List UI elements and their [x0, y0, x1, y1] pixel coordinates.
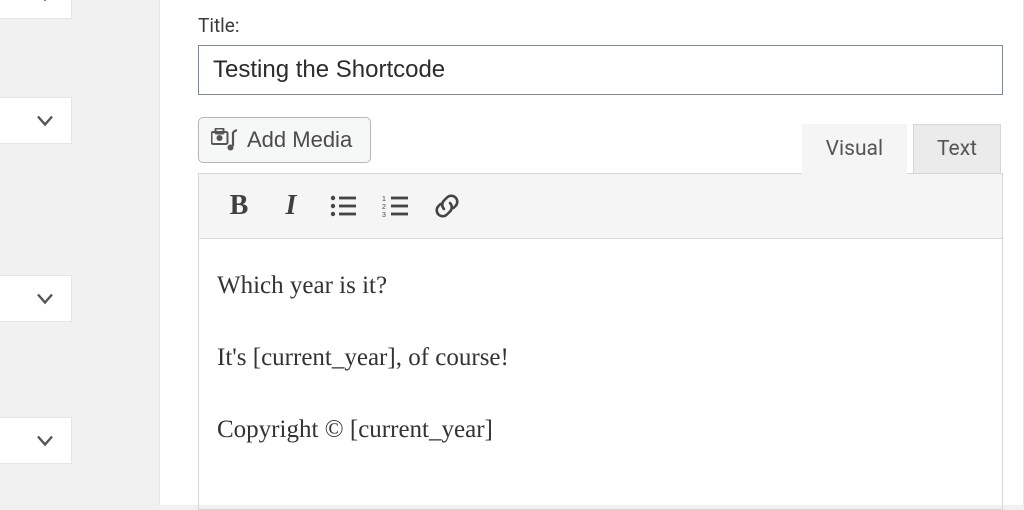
- sidebar-widget-toggle[interactable]: [0, 0, 72, 19]
- numbered-list-button[interactable]: 1 2 3: [371, 182, 419, 230]
- svg-text:1: 1: [382, 196, 386, 203]
- media-and-tabs-row: Add Media Visual Text: [198, 117, 1003, 173]
- bulleted-list-button[interactable]: [319, 182, 367, 230]
- chevron-down-icon: [37, 115, 53, 126]
- italic-button[interactable]: I: [267, 182, 315, 230]
- tab-text[interactable]: Text: [913, 124, 1001, 173]
- chevron-down-icon: [37, 435, 53, 446]
- title-input[interactable]: [198, 45, 1003, 95]
- camera-music-icon: [211, 128, 237, 152]
- chevron-down-icon: [37, 293, 53, 304]
- editor-line: Copyright © [current_year]: [217, 413, 984, 447]
- sidebar-widget-toggle[interactable]: [0, 275, 72, 322]
- editor-toolbar: B I: [199, 174, 1002, 239]
- bold-button[interactable]: B: [215, 182, 263, 230]
- editor-content-area[interactable]: Which year is it? It's [current_year], o…: [199, 239, 1002, 509]
- add-media-label: Add Media: [247, 127, 352, 153]
- bold-icon: B: [230, 190, 249, 222]
- numbered-list-icon: 1 2 3: [382, 195, 408, 217]
- title-label: Title:: [198, 0, 1003, 37]
- sidebar-collapse-stubs: [0, 0, 70, 505]
- svg-text:2: 2: [382, 204, 386, 211]
- chevron-down-icon: [37, 0, 53, 1]
- insert-link-button[interactable]: [423, 182, 471, 230]
- link-icon: [433, 192, 461, 220]
- editor-line: It's [current_year], of course!: [217, 341, 984, 375]
- editor-mode-tabs: Visual Text: [802, 124, 1001, 174]
- italic-icon: I: [286, 190, 297, 222]
- svg-text:3: 3: [382, 212, 386, 217]
- widget-editor-panel: Title: Add Media Visual Text: [159, 0, 1024, 505]
- add-media-button[interactable]: Add Media: [198, 117, 371, 163]
- editor-line: Which year is it?: [217, 269, 984, 303]
- bulleted-list-icon: [330, 195, 356, 217]
- sidebar-widget-toggle[interactable]: [0, 97, 72, 144]
- tab-visual[interactable]: Visual: [802, 124, 907, 174]
- sidebar-widget-toggle[interactable]: [0, 417, 72, 464]
- rich-text-editor: B I: [198, 173, 1003, 510]
